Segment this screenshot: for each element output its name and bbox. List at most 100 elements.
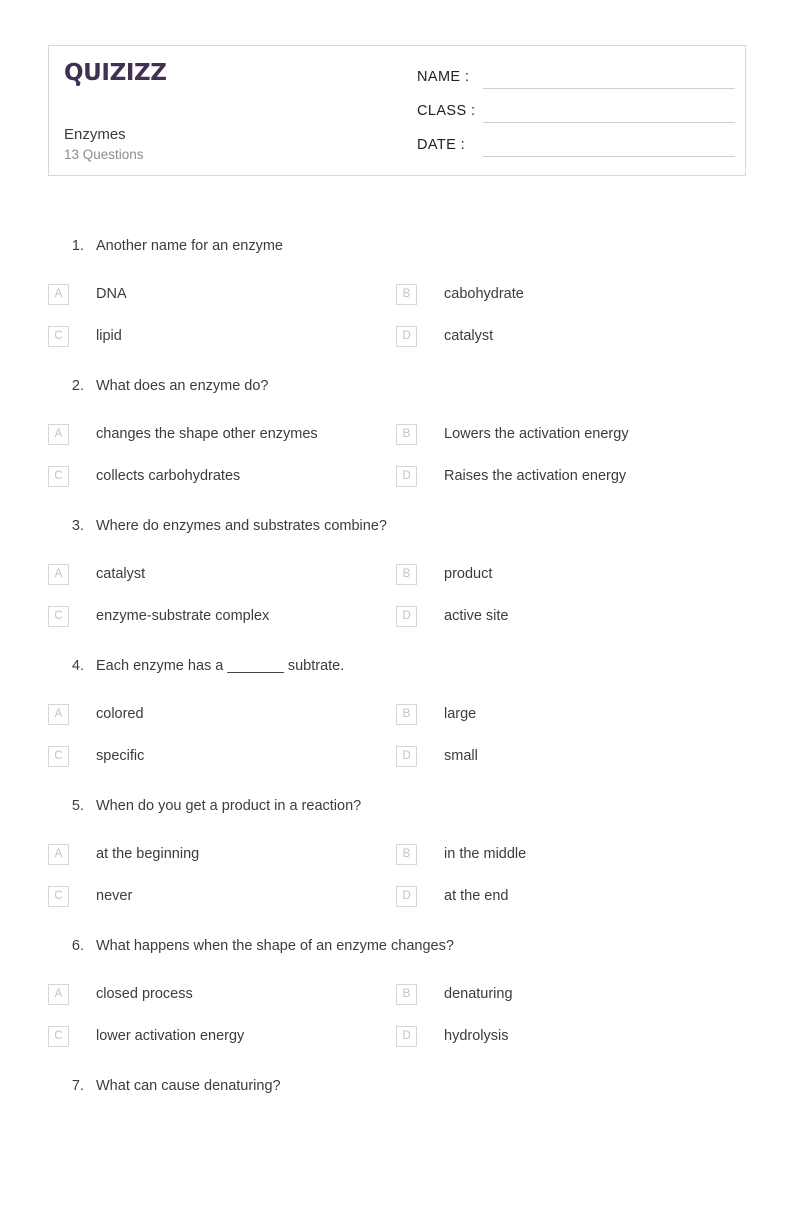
answer-option-letter: B xyxy=(396,704,417,725)
answer-option-letter: C xyxy=(48,746,69,767)
answer-option-d[interactable]: Dsmall xyxy=(396,746,746,772)
answer-option-a[interactable]: Aclosed process xyxy=(48,984,398,1010)
answer-option-a[interactable]: Acolored xyxy=(48,704,398,730)
class-field-input[interactable] xyxy=(483,122,735,123)
answer-option-letter: A xyxy=(48,844,69,865)
answer-option-letter: B xyxy=(396,284,417,305)
answer-option-letter: D xyxy=(396,466,417,487)
answer-option-text: collects carbohydrates xyxy=(96,468,241,484)
question-block: 1. Another name for an enzyme A DNA Bcabohyd… xyxy=(0,236,794,376)
question-number: 7. xyxy=(71,1078,84,1094)
answer-option-text: DNA xyxy=(96,286,127,302)
question-number: 6. xyxy=(71,938,84,954)
answer-option-a[interactable]: Aat the beginning xyxy=(48,844,398,870)
question-number: 5. xyxy=(71,798,84,814)
quiz-title: Enzymes xyxy=(64,126,126,143)
answer-option-letter: A xyxy=(48,564,69,585)
answer-option-c[interactable]: Ccollects carbohydrates xyxy=(48,466,398,492)
answer-option-b[interactable]: Bdenaturing xyxy=(396,984,746,1010)
answer-option-text: Lowers the activation energy xyxy=(444,426,629,442)
answer-option-b[interactable]: Bcabohydrate xyxy=(396,284,746,310)
name-field-label: NAME : xyxy=(417,69,470,85)
answer-option-b[interactable]: Blarge xyxy=(396,704,746,730)
answer-option-a[interactable]: Achanges the shape other enzymes xyxy=(48,424,398,450)
question-number: 2. xyxy=(71,378,84,394)
answer-option-letter: D xyxy=(396,1026,417,1047)
answer-option-d[interactable]: Dhydrolysis xyxy=(396,1026,746,1052)
answer-option-c[interactable]: Clipid xyxy=(48,326,398,352)
answer-option-letter: C xyxy=(48,1026,69,1047)
question-text: What can cause denaturing? xyxy=(96,1078,281,1094)
answer-option-d[interactable]: Dat the end xyxy=(396,886,746,912)
answer-option-letter: B xyxy=(396,984,417,1005)
answer-option-d[interactable]: Dcatalyst xyxy=(396,326,746,352)
quiz-question-count: 13 Questions xyxy=(64,147,144,162)
class-field-label: CLASS : xyxy=(417,103,476,119)
question-block: 3. Where do enzymes and substrates combin… xyxy=(0,516,794,656)
answer-option-text: changes the shape other enzymes xyxy=(96,426,318,442)
student-info-fields: NAME : CLASS : DATE : xyxy=(417,67,735,169)
answer-option-text: catalyst xyxy=(444,328,494,344)
answer-option-a[interactable]: Acatalyst xyxy=(48,564,398,590)
answer-option-letter: A xyxy=(48,424,69,445)
answer-option-letter: C xyxy=(48,606,69,627)
question-block: 2. What does an enzyme do? Achanges the sh… xyxy=(0,376,794,516)
answer-option-c[interactable]: Cenzyme-substrate complex xyxy=(48,606,398,632)
answer-option-text: at the end xyxy=(444,888,509,904)
answer-option-letter: D xyxy=(396,326,417,347)
quizizz-logo: QUIZIZZ xyxy=(64,58,264,88)
answer-option-text: active site xyxy=(444,608,509,624)
answer-option-a[interactable]: A DNA xyxy=(48,284,398,310)
answer-option-d[interactable]: Dactive site xyxy=(396,606,746,632)
date-field-input[interactable] xyxy=(483,156,735,157)
answer-option-b[interactable]: B Lowers the activation energy xyxy=(396,424,746,450)
answer-option-b[interactable]: Bproduct xyxy=(396,564,746,590)
answer-option-letter: B xyxy=(396,844,417,865)
answer-option-b[interactable]: Bin the middle xyxy=(396,844,746,870)
answer-option-letter: C xyxy=(48,326,69,347)
question-header: 4. Each enzyme has a _______ subtrate. xyxy=(0,656,794,686)
answer-option-text: in the middle xyxy=(444,846,527,862)
answer-option-c[interactable]: Cspecific xyxy=(48,746,398,772)
answer-option-d[interactable]: D Raises the activation energy xyxy=(396,466,746,492)
answer-option-text: denaturing xyxy=(444,986,513,1002)
question-header: 1. Another name for an enzyme xyxy=(0,236,794,266)
question-text: When do you get a product in a reaction? xyxy=(96,798,362,814)
question-list: 1. Another name for an enzyme A DNA Bcabohyd… xyxy=(0,236,794,1216)
answer-option-letter: D xyxy=(396,886,417,907)
question-header: 7. What can cause denaturing? xyxy=(0,1076,794,1106)
question-header: 2. What does an enzyme do? xyxy=(0,376,794,406)
quizizz-logo-dot-icon xyxy=(76,82,80,86)
answer-option-text: lower activation energy xyxy=(96,1028,245,1044)
answer-option-letter: C xyxy=(48,886,69,907)
name-field-input[interactable] xyxy=(483,88,735,89)
answer-option-text: enzyme-substrate complex xyxy=(96,608,270,624)
answer-option-text: Raises the activation energy xyxy=(444,468,627,484)
answer-option-text: product xyxy=(444,566,493,582)
answer-option-text: closed process xyxy=(96,986,193,1002)
question-block: 5. When do you get a product in a reactio… xyxy=(0,796,794,936)
question-block: 6. What happens when the shape of an enzy… xyxy=(0,936,794,1076)
question-number: 1. xyxy=(71,238,84,254)
question-number: 3. xyxy=(71,518,84,534)
worksheet-header-card: QUIZIZZ Enzymes 13 Questions NAME : CLAS… xyxy=(48,45,746,176)
answer-option-letter: A xyxy=(48,704,69,725)
question-header: 6. What happens when the shape of an enzy… xyxy=(0,936,794,966)
question-header: 5. When do you get a product in a reactio… xyxy=(0,796,794,826)
question-text: Another name for an enzyme xyxy=(96,238,283,254)
name-field-row: NAME : xyxy=(417,67,735,101)
question-text: Where do enzymes and substrates combine? xyxy=(96,518,387,534)
answer-option-letter: A xyxy=(48,284,69,305)
header-left-column: QUIZIZZ xyxy=(64,58,394,88)
question-number: 4. xyxy=(71,658,84,674)
answer-option-text: catalyst xyxy=(96,566,146,582)
answer-option-text: large xyxy=(444,706,477,722)
answer-option-letter: A xyxy=(48,984,69,1005)
answer-option-c[interactable]: Clower activation energy xyxy=(48,1026,398,1052)
answer-option-c[interactable]: Cnever xyxy=(48,886,398,912)
date-field-label: DATE : xyxy=(417,137,466,153)
answer-option-letter: D xyxy=(396,746,417,767)
question-header: 3. Where do enzymes and substrates combin… xyxy=(0,516,794,546)
question-text: What does an enzyme do? xyxy=(96,378,269,394)
question-block: 7. What can cause denaturing? xyxy=(0,1076,794,1216)
